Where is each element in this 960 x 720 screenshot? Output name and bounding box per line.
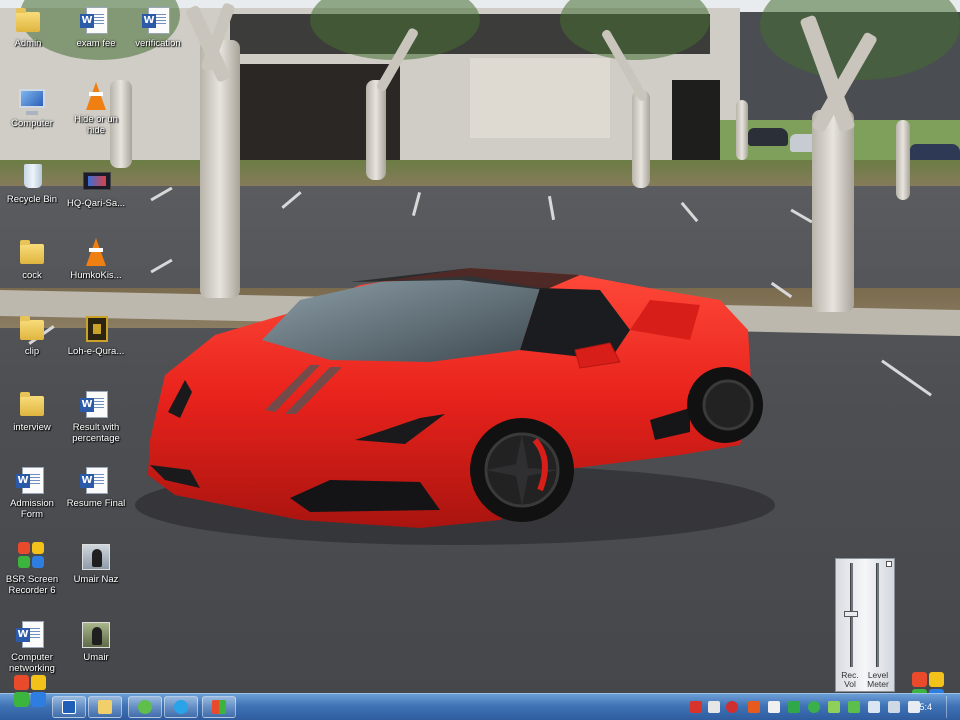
desktop-icon-clip[interactable]: clip	[0, 312, 64, 357]
tray-car-icon[interactable]	[690, 701, 702, 713]
word-doc-icon: W	[80, 464, 112, 496]
tray-flag-icon[interactable]	[908, 701, 920, 713]
tray-refresh-icon[interactable]	[808, 701, 820, 713]
vlc-cone-icon	[80, 236, 112, 268]
icon-label-line1: BSR Screen	[5, 574, 59, 585]
icon-label-line2: Form	[20, 509, 44, 520]
icon-label-line1: Result with	[72, 422, 120, 433]
desktop-icon-admission-form[interactable]: W Admission Form	[0, 464, 64, 520]
icon-label: HQ-Qari-Sa...	[66, 198, 126, 209]
icon-label: Recycle Bin	[6, 194, 58, 205]
taskbar-clock[interactable]: 5:4	[919, 702, 932, 712]
rec-volume-widget: Rec. Vol Level Meter	[835, 558, 895, 692]
folder-icon	[16, 388, 48, 420]
tray-skype-icon[interactable]	[848, 701, 860, 713]
desktop-icon-humko-kis[interactable]: HumkoKis...	[64, 236, 128, 281]
recycle-bin-icon	[16, 160, 48, 192]
windows-logo-icon	[14, 675, 48, 709]
icon-label: interview	[13, 422, 51, 433]
widget-close-icon[interactable]	[886, 561, 892, 567]
desktop-icon-resume-final[interactable]: W Resume Final	[64, 464, 128, 509]
folder-icon	[16, 312, 48, 344]
taskbar-bsr-button[interactable]	[202, 696, 236, 718]
taskbar-outlook-button[interactable]	[52, 696, 86, 718]
icon-label: exam fee	[76, 38, 116, 49]
word-doc-icon: W	[16, 618, 48, 650]
video-file-icon	[80, 164, 112, 196]
icon-label-line1: Computer	[11, 652, 53, 663]
taskbar-vlc-button[interactable]	[128, 696, 162, 718]
desktop-icon-interview[interactable]: interview	[0, 388, 64, 433]
show-desktop-button[interactable]	[946, 696, 960, 718]
outlook-icon	[62, 700, 76, 714]
icon-label: Computer	[11, 118, 53, 129]
icon-label: Admin	[14, 38, 42, 49]
desktop-icon-computer[interactable]: Computer	[0, 84, 64, 129]
wallpaper-sports-car	[135, 268, 775, 545]
rec-vol-label: Rec. Vol	[836, 671, 864, 689]
icon-label-line1: Admission	[10, 498, 54, 509]
folder-icon	[16, 236, 48, 268]
skype-icon	[174, 700, 188, 714]
icon-label-line2: Recorder 6	[8, 585, 56, 596]
computer-icon	[16, 84, 48, 116]
desktop-icon-cock[interactable]: cock	[0, 236, 64, 281]
system-tray: 5:4	[682, 696, 960, 718]
start-button[interactable]	[8, 673, 52, 717]
photo-icon	[80, 540, 112, 572]
word-doc-icon: W	[80, 388, 112, 420]
desktop-icon-loh-e-qura[interactable]: Loh-e-Qura...	[64, 312, 128, 357]
tray-sync-icon[interactable]	[828, 701, 840, 713]
icon-label-line2: percentage	[72, 433, 120, 444]
icon-label: Umair	[83, 652, 109, 663]
taskbar-explorer-button[interactable]	[88, 696, 122, 718]
tray-green-icon[interactable]	[788, 701, 800, 713]
icon-label: cock	[22, 270, 42, 281]
tray-doc-icon[interactable]	[768, 701, 780, 713]
word-doc-icon: W	[142, 4, 174, 36]
taskbar-skype-button[interactable]	[164, 696, 198, 718]
tray-speaker-icon[interactable]	[888, 701, 900, 713]
explorer-folder-icon	[98, 700, 112, 714]
folder-icon	[12, 4, 44, 36]
desktop-icon-admin[interactable]: Admin	[0, 4, 60, 49]
icon-label: clip	[24, 346, 40, 357]
desktop-icon-bsr-screen-recorder[interactable]: BSR Screen Recorder 6	[0, 540, 64, 596]
icon-label: Resume Final	[66, 498, 126, 509]
tray-window-icon[interactable]	[708, 701, 720, 713]
level-meter-track	[876, 563, 879, 667]
desktop-icon-result-with-percentage[interactable]: W Result with percentage	[64, 388, 128, 444]
rec-vol-label-line2: Vol	[844, 679, 856, 689]
vlc-cone-icon	[80, 80, 112, 112]
vlc-icon	[138, 700, 152, 714]
icon-label: verification	[135, 38, 181, 49]
book-icon	[80, 312, 112, 344]
photo-icon	[80, 618, 112, 650]
desktop-icon-recycle-bin[interactable]: Recycle Bin	[0, 160, 64, 205]
desktop-icon-hide-or-un-hide[interactable]: Hide or un hide	[64, 80, 128, 136]
desktop-icon-umair-naz[interactable]: Umair Naz	[64, 540, 128, 585]
bsr-recorder-icon	[212, 700, 226, 714]
desktop-icon-umair[interactable]: Umair	[64, 618, 128, 663]
bsr-recorder-icon	[16, 540, 48, 572]
tray-shield-icon[interactable]	[748, 701, 760, 713]
level-meter-label: Level Meter	[864, 671, 892, 689]
desktop-icon-exam-fee[interactable]: W exam fee	[64, 4, 128, 49]
icon-label: Loh-e-Qura...	[67, 346, 125, 357]
icon-label-line2: hide	[87, 125, 105, 136]
level-meter-label-line2: Meter	[867, 679, 889, 689]
taskbar: 5:4	[0, 693, 960, 720]
tray-security-icon[interactable]	[726, 701, 738, 713]
word-doc-icon: W	[16, 464, 48, 496]
desktop-icon-computer-networking[interactable]: W Computer networking	[0, 618, 64, 674]
desktop-icon-hq-qari[interactable]: HQ-Qari-Sa...	[64, 164, 128, 209]
word-doc-icon: W	[80, 4, 112, 36]
rec-volume-slider[interactable]	[844, 611, 858, 617]
icon-label: Umair Naz	[73, 574, 119, 585]
desktop-icon-verification[interactable]: W verification	[126, 4, 190, 49]
icon-label: HumkoKis...	[70, 270, 122, 281]
tray-network-icon[interactable]	[868, 701, 880, 713]
icon-label-line1: Hide or un	[74, 114, 118, 125]
